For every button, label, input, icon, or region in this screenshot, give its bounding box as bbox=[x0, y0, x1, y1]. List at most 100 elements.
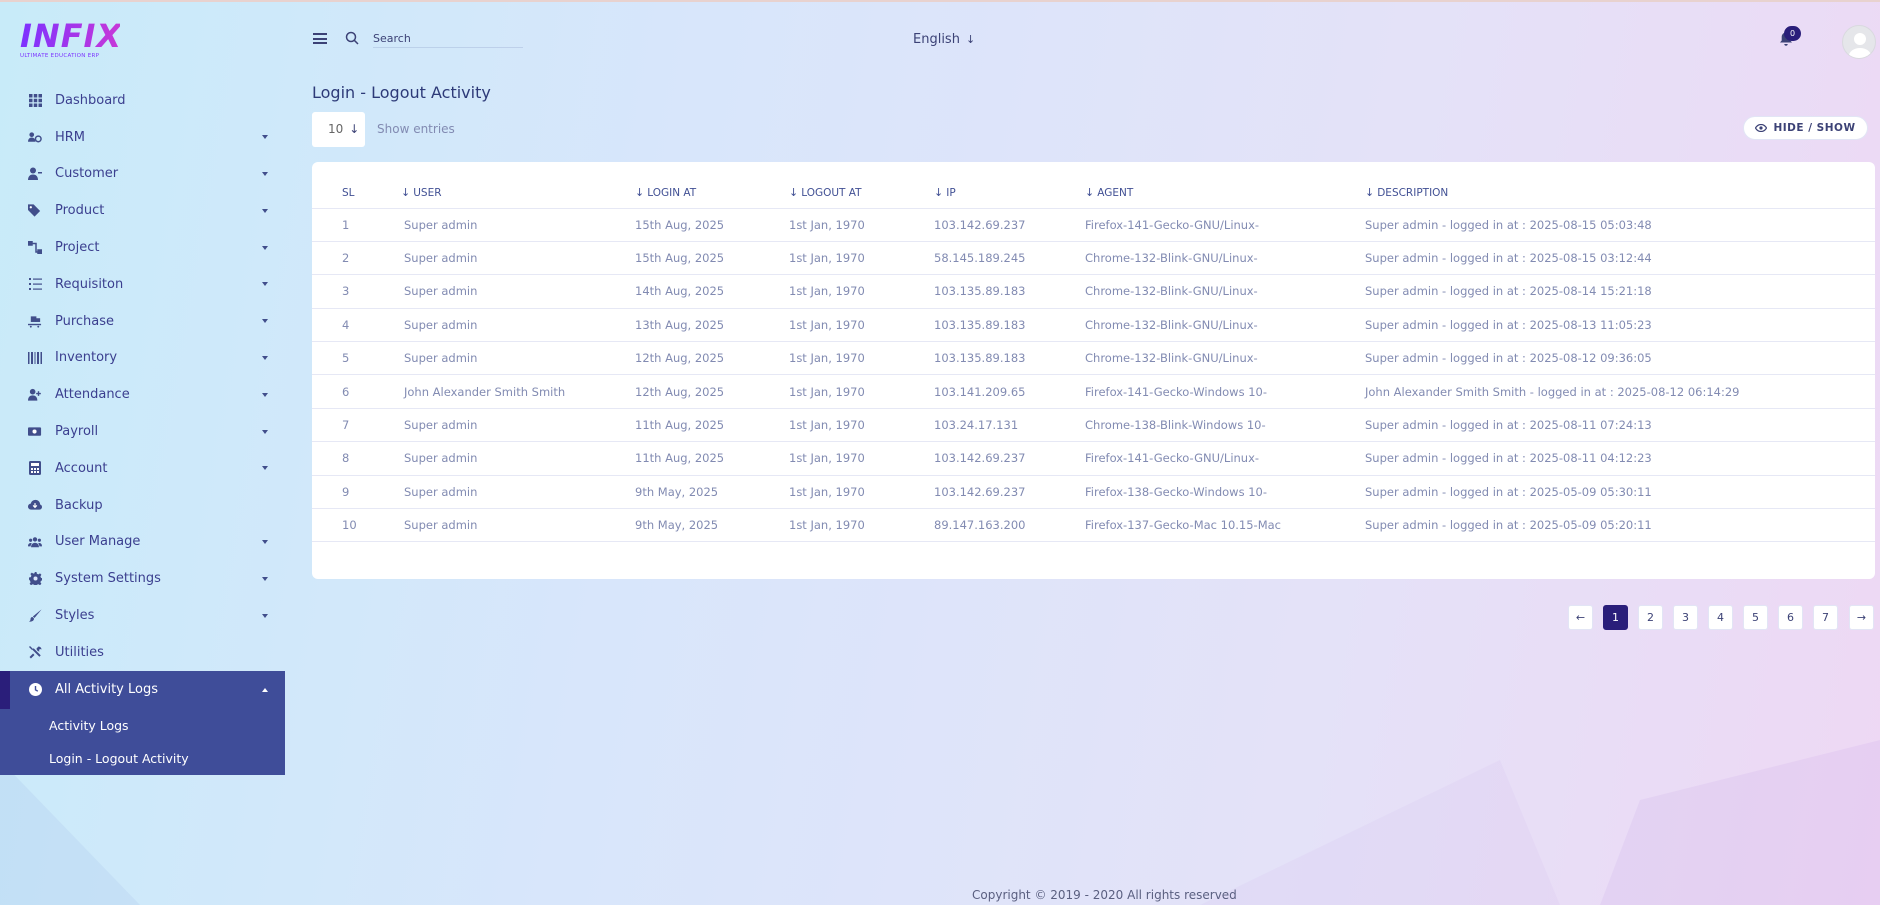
table-cell: 9 bbox=[312, 475, 384, 510]
sidebar-item-label: Styles bbox=[55, 608, 95, 624]
next-page-button[interactable]: → bbox=[1849, 605, 1874, 630]
sidebar-item-label: User Manage bbox=[55, 534, 141, 550]
table-cell: Super admin - logged in at : 2025-08-13 … bbox=[1365, 308, 1875, 343]
hamburger-bar bbox=[313, 42, 327, 44]
column-header-ip[interactable]: ↓ IP bbox=[934, 178, 1085, 209]
sidebar-item-purchase[interactable]: Purchase bbox=[0, 303, 285, 340]
table-cell: Super admin - logged in at : 2025-05-09 … bbox=[1365, 508, 1875, 543]
sidebar-item-project[interactable]: Project bbox=[0, 229, 285, 266]
entries-select[interactable]: 10 ↓ bbox=[312, 111, 365, 147]
table-cell: 1st Jan, 1970 bbox=[789, 274, 934, 309]
sidebar-item-label: Requisiton bbox=[55, 276, 124, 292]
table-row: 4 Super admin 13th Aug, 2025 1st Jan, 1970 1… bbox=[312, 308, 1875, 343]
table-cell: 11th Aug, 2025 bbox=[635, 441, 789, 476]
table-cell: John Alexander Smith Smith bbox=[384, 374, 635, 409]
page-button-4[interactable]: 4 bbox=[1708, 605, 1733, 630]
sidebar-item-backup[interactable]: Backup bbox=[0, 487, 285, 524]
footer-copyright: Copyright © 2019 - 2020 All rights reser… bbox=[972, 888, 1237, 902]
page-button-1[interactable]: 1 bbox=[1603, 605, 1628, 630]
sidebar-item-product[interactable]: Product bbox=[0, 192, 285, 229]
gear-icon bbox=[28, 572, 42, 586]
caret-down-icon bbox=[262, 576, 268, 581]
caret-down-icon bbox=[262, 429, 268, 434]
project-icon bbox=[28, 241, 42, 255]
previous-page-button[interactable]: ← bbox=[1568, 605, 1593, 630]
table-row: 3 Super admin 14th Aug, 2025 1st Jan, 1970 1… bbox=[312, 274, 1875, 309]
menu-toggle-button[interactable] bbox=[313, 33, 327, 44]
table-cell: 14th Aug, 2025 bbox=[635, 274, 789, 309]
search-input[interactable] bbox=[373, 30, 523, 48]
column-header-logout-at[interactable]: ↓ LOGOUT AT bbox=[789, 178, 934, 209]
sidebar-item-dashboard[interactable]: Dashboard bbox=[0, 82, 285, 119]
language-selector[interactable]: English ↓ bbox=[913, 32, 975, 47]
table-row: 9 Super admin 9th May, 2025 1st Jan, 1970 10… bbox=[312, 475, 1875, 510]
sidebar: INFIX ULTIMATE EDUCATION ERP Dashboard H… bbox=[0, 0, 285, 905]
table-cell: 13th Aug, 2025 bbox=[635, 308, 789, 343]
sidebar-item-user-manage[interactable]: User Manage bbox=[0, 524, 285, 561]
table-cell: 4 bbox=[312, 308, 384, 343]
sidebar-item-label: Attendance bbox=[55, 387, 130, 403]
sidebar-item-hrm[interactable]: HRM bbox=[0, 119, 285, 156]
brush-icon bbox=[28, 609, 42, 623]
sidebar-subitem-activity-logs[interactable]: Activity Logs bbox=[0, 709, 285, 742]
column-header-login-at[interactable]: ↓ LOGIN AT bbox=[635, 178, 789, 209]
sidebar-item-label: All Activity Logs bbox=[55, 682, 158, 698]
table-cell: 103.142.69.237 bbox=[934, 441, 1085, 476]
caret-down-icon bbox=[262, 171, 268, 176]
page-button-2[interactable]: 2 bbox=[1638, 605, 1663, 630]
sidebar-group-all-activity-logs: All Activity Logs Activity Logs Login - … bbox=[0, 670, 285, 775]
hrm-icon bbox=[28, 130, 42, 144]
sidebar-item-styles[interactable]: Styles bbox=[0, 597, 285, 634]
user-plus-icon bbox=[28, 388, 42, 402]
sidebar-item-utilities[interactable]: Utilities bbox=[0, 634, 285, 671]
table-cell: 15th Aug, 2025 bbox=[635, 208, 789, 242]
cloud-download-icon bbox=[28, 498, 42, 512]
hide-show-columns-button[interactable]: HIDE / SHOW bbox=[1743, 116, 1868, 140]
column-header-user[interactable]: ↓ USER bbox=[384, 178, 635, 209]
column-header-description[interactable]: ↓ DESCRIPTION bbox=[1365, 178, 1875, 209]
sidebar-item-customer[interactable]: Customer bbox=[0, 156, 285, 193]
table-cell: John Alexander Smith Smith - logged in a… bbox=[1365, 374, 1875, 409]
sidebar-item-inventory[interactable]: Inventory bbox=[0, 340, 285, 377]
caret-down-icon bbox=[262, 282, 268, 287]
search-icon[interactable] bbox=[345, 31, 359, 45]
table-cell: Super admin - logged in at : 2025-08-15 … bbox=[1365, 241, 1875, 276]
sidebar-item-attendance[interactable]: Attendance bbox=[0, 376, 285, 413]
table-cell: 103.135.89.183 bbox=[934, 308, 1085, 343]
page-title: Login - Logout Activity bbox=[312, 83, 491, 102]
caret-up-icon bbox=[262, 687, 268, 692]
table-cell: Super admin bbox=[384, 241, 635, 276]
caret-down-icon bbox=[262, 466, 268, 471]
sidebar-item-requisiton[interactable]: Requisiton bbox=[0, 266, 285, 303]
table-cell: 6 bbox=[312, 374, 384, 409]
column-header-sl[interactable]: SL bbox=[312, 178, 384, 209]
sort-arrow-icon: ↓ bbox=[401, 186, 411, 200]
table-cell: 3 bbox=[312, 274, 384, 309]
table-cell: 11th Aug, 2025 bbox=[635, 408, 789, 443]
page-button-6[interactable]: 6 bbox=[1778, 605, 1803, 630]
avatar[interactable] bbox=[1842, 25, 1876, 59]
table-cell: Chrome-138-Blink-Windows 10- bbox=[1085, 408, 1365, 443]
page-button-7[interactable]: 7 bbox=[1813, 605, 1838, 630]
sidebar-subitem-login-logout-activity[interactable]: Login - Logout Activity bbox=[0, 742, 285, 775]
hamburger-bar bbox=[313, 37, 327, 40]
caret-down-icon bbox=[262, 355, 268, 360]
hamburger-bar bbox=[313, 33, 327, 35]
sidebar-item-payroll[interactable]: Payroll bbox=[0, 413, 285, 450]
table-cell: Super admin bbox=[384, 274, 635, 309]
table-row: 10 Super admin 9th May, 2025 1st Jan, 1970 8… bbox=[312, 508, 1875, 543]
sidebar-item-system-settings[interactable]: System Settings bbox=[0, 560, 285, 597]
logo[interactable]: INFIX ULTIMATE EDUCATION ERP bbox=[20, 20, 121, 64]
column-label: LOGIN AT bbox=[647, 187, 697, 200]
table-cell: Firefox-141-Gecko-GNU/Linux- bbox=[1085, 441, 1365, 476]
page-button-5[interactable]: 5 bbox=[1743, 605, 1768, 630]
column-header-agent[interactable]: ↓ AGENT bbox=[1085, 178, 1365, 209]
sidebar-item-all-activity-logs[interactable]: All Activity Logs bbox=[0, 670, 285, 709]
sidebar-item-account[interactable]: Account bbox=[0, 450, 285, 487]
sort-arrow-icon: ↓ bbox=[1365, 186, 1375, 200]
page-button-3[interactable]: 3 bbox=[1673, 605, 1698, 630]
table-cell: 1st Jan, 1970 bbox=[789, 341, 934, 376]
table-cell: Super admin bbox=[384, 441, 635, 476]
sort-arrow-icon: ↓ bbox=[635, 186, 645, 200]
table-cell: 15th Aug, 2025 bbox=[635, 241, 789, 276]
